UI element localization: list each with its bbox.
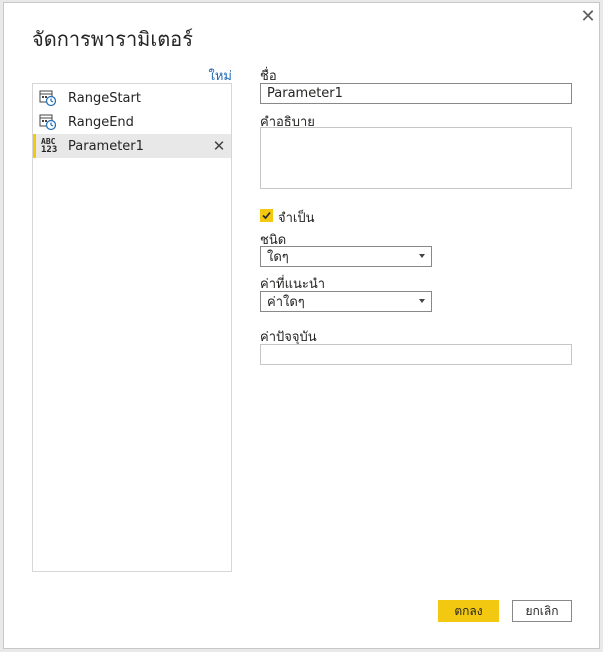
list-item-parameter1[interactable]: ABC 123 Parameter1 ✕ [33, 134, 231, 158]
required-checkbox[interactable] [260, 209, 273, 222]
list-item-label: RangeStart [68, 90, 141, 106]
parameter-list: RangeStart RangeEnd ABC 123 Parameter1 ✕ [32, 83, 232, 572]
current-value-input[interactable] [260, 344, 572, 365]
list-item-rangestart[interactable]: RangeStart [33, 86, 231, 110]
checkmark-icon [262, 211, 271, 220]
suggested-values-select[interactable]: ค่าใดๆ [260, 291, 432, 312]
ok-button[interactable]: ตกลง [438, 600, 499, 622]
remove-parameter-icon[interactable]: ✕ [210, 136, 228, 156]
calendar-clock-icon [39, 90, 57, 107]
abc-123-icon: ABC 123 [41, 137, 58, 155]
suggested-values-select-value: ค่าใดๆ [267, 295, 305, 310]
calendar-clock-icon [39, 114, 57, 131]
list-item-label: RangeEnd [68, 114, 134, 130]
cancel-button[interactable]: ยกเลิก [512, 600, 572, 622]
description-textarea[interactable] [260, 127, 572, 189]
chevron-down-icon [419, 299, 425, 303]
list-item-label: Parameter1 [68, 138, 144, 154]
close-icon[interactable]: ✕ [578, 7, 598, 27]
required-label: จำเป็น [278, 211, 315, 226]
chevron-down-icon [419, 254, 425, 258]
manage-parameters-dialog: จัดการพารามิเตอร์ ✕ ใหม่ RangeStart Rang… [3, 2, 600, 649]
list-item-rangeend[interactable]: RangeEnd [33, 110, 231, 134]
type-select[interactable]: ใดๆ [260, 246, 432, 267]
type-select-value: ใดๆ [267, 250, 289, 265]
dialog-title: จัดการพารามิเตอร์ [32, 27, 193, 51]
name-input[interactable]: Parameter1 [260, 83, 572, 104]
